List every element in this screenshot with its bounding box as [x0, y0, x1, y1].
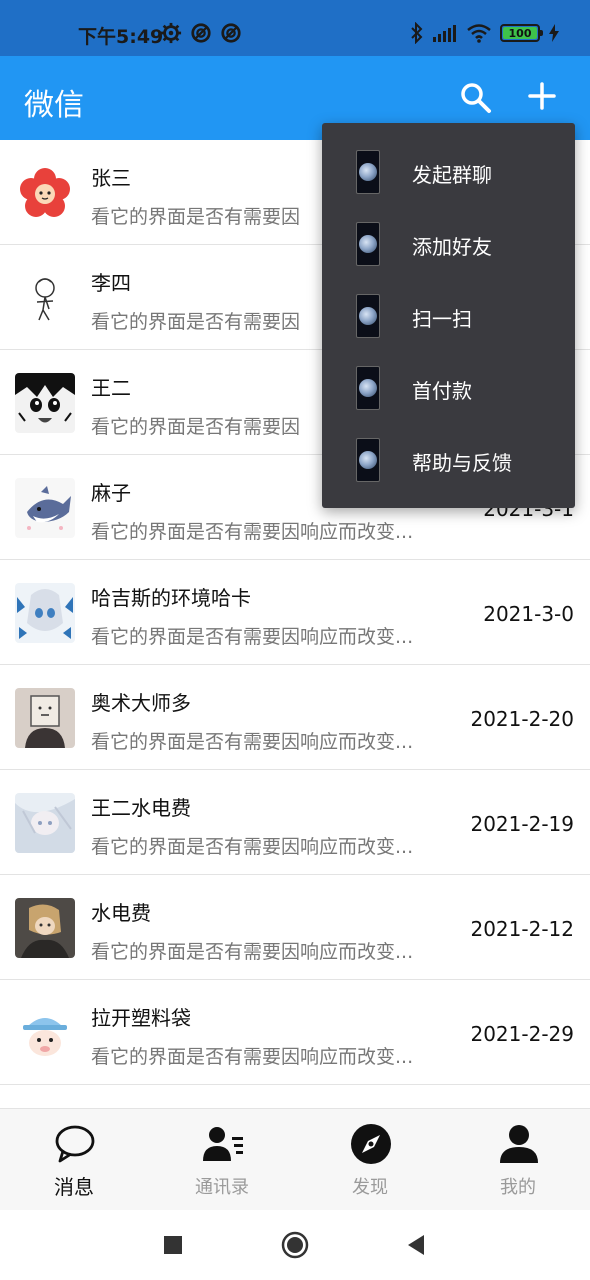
chat-row[interactable]: 水电费 看它的界面是否有需要因响应而改变... 2021-2-12 — [0, 875, 590, 980]
chat-row[interactable]: 哈吉斯的环境哈卡 看它的界面是否有需要因响应而改变... 2021-3-0 — [0, 560, 590, 665]
status-right-icons: 100 — [410, 22, 560, 44]
tab-me[interactable]: 我的 — [444, 1109, 590, 1211]
battery-text: 100 — [508, 26, 532, 40]
moon-icon — [356, 294, 380, 338]
menu-item-add-friend[interactable]: 添加好友 — [322, 209, 575, 281]
chat-date: 2021-2-29 — [470, 1022, 574, 1046]
tab-messages[interactable]: 消息 — [0, 1109, 148, 1211]
menu-item-label: 首付款 — [412, 379, 472, 403]
tab-label: 通讯录 — [195, 1177, 249, 1198]
status-app-icon — [191, 23, 211, 43]
avatar — [15, 1003, 75, 1063]
avatar — [15, 268, 75, 328]
chat-name: 水电费 — [91, 901, 151, 925]
chat-name: 李四 — [91, 271, 131, 295]
avatar — [15, 688, 75, 748]
chat-preview: 看它的界面是否有需要因响应而改变... — [91, 836, 414, 858]
tab-label: 发现 — [352, 1177, 388, 1198]
signal-icon — [433, 25, 456, 42]
app-title: 微信 — [24, 88, 84, 123]
avatar — [15, 478, 75, 538]
menu-item-label: 添加好友 — [412, 235, 492, 259]
chat-name: 王二水电费 — [91, 796, 191, 820]
moon-icon — [356, 366, 380, 410]
avatar — [15, 898, 75, 958]
tab-discover[interactable]: 发现 — [296, 1109, 444, 1211]
bluetooth-icon — [411, 22, 423, 44]
battery-icon: 100 — [500, 24, 543, 42]
recent-apps-icon[interactable] — [158, 1230, 188, 1260]
status-left-icons — [160, 22, 242, 44]
chat-preview: 看它的界面是否有需要因响应而改变... — [91, 1046, 414, 1068]
tab-label: 我的 — [500, 1177, 536, 1198]
back-icon[interactable] — [402, 1230, 432, 1260]
chat-date: 2021-2-12 — [470, 917, 574, 941]
avatar — [15, 373, 75, 433]
status-app-icon — [221, 23, 241, 43]
avatar — [15, 793, 75, 853]
tab-label: 消息 — [54, 1175, 94, 1199]
search-icon[interactable] — [458, 80, 494, 116]
chat-preview: 看它的界面是否有需要因响应而改变... — [91, 941, 414, 963]
tab-contacts[interactable]: 通讯录 — [148, 1109, 296, 1211]
gear-icon — [160, 22, 182, 44]
chat-row[interactable]: 奥术大师多 看它的界面是否有需要因响应而改变... 2021-2-20 — [0, 665, 590, 770]
chat-bubble-icon — [55, 1125, 95, 1163]
contacts-icon — [203, 1127, 243, 1161]
chat-preview: 看它的界面是否有需要因响应而改变... — [91, 521, 414, 543]
menu-item-label: 帮助与反馈 — [412, 451, 512, 475]
chat-date: 2021-3-0 — [483, 602, 574, 626]
moon-icon — [356, 150, 380, 194]
person-icon — [500, 1125, 538, 1163]
chat-date: 2021-2-20 — [470, 707, 574, 731]
menu-item-group-chat[interactable]: 发起群聊 — [322, 137, 575, 209]
chat-row[interactable]: 王二水电费 看它的界面是否有需要因响应而改变... 2021-2-19 — [0, 770, 590, 875]
chat-date: 2021-2-19 — [470, 812, 574, 836]
moon-icon — [356, 438, 380, 482]
compass-icon — [351, 1124, 391, 1164]
chat-preview: 看它的界面是否有需要因响应而改变... — [91, 731, 414, 753]
home-icon[interactable] — [280, 1230, 310, 1260]
menu-item-help[interactable]: 帮助与反馈 — [322, 425, 575, 497]
chat-name: 哈吉斯的环境哈卡 — [91, 586, 251, 610]
moon-icon — [356, 222, 380, 266]
system-nav — [0, 1210, 590, 1280]
chat-name: 张三 — [91, 166, 131, 190]
menu-item-scan[interactable]: 扫一扫 — [322, 281, 575, 353]
menu-item-label: 扫一扫 — [412, 307, 472, 331]
chat-row[interactable]: 拉开塑料袋 看它的界面是否有需要因响应而改变... 2021-2-29 — [0, 980, 590, 1085]
avatar — [15, 583, 75, 643]
chat-name: 王二 — [91, 376, 131, 400]
status-time: 下午5:49 — [78, 26, 164, 48]
chat-name: 奥术大师多 — [91, 691, 191, 715]
chat-name: 拉开塑料袋 — [91, 1006, 191, 1030]
battery-tip — [540, 30, 543, 36]
menu-item-payment[interactable]: 首付款 — [322, 353, 575, 425]
wifi-icon — [467, 24, 491, 43]
status-bar: 下午5:49 100 — [0, 0, 590, 56]
bottom-nav: 消息 通讯录 发现 我的 — [0, 1108, 590, 1210]
menu-item-label: 发起群聊 — [412, 163, 492, 187]
charging-icon — [549, 24, 559, 42]
popup-menu: 发起群聊 添加好友 扫一扫 首付款 帮助与反馈 — [322, 123, 575, 508]
plus-icon[interactable] — [524, 78, 560, 114]
chat-preview: 看它的界面是否有需要因响应而改变... — [91, 626, 414, 648]
chat-name: 麻子 — [91, 481, 131, 505]
avatar — [15, 163, 75, 223]
